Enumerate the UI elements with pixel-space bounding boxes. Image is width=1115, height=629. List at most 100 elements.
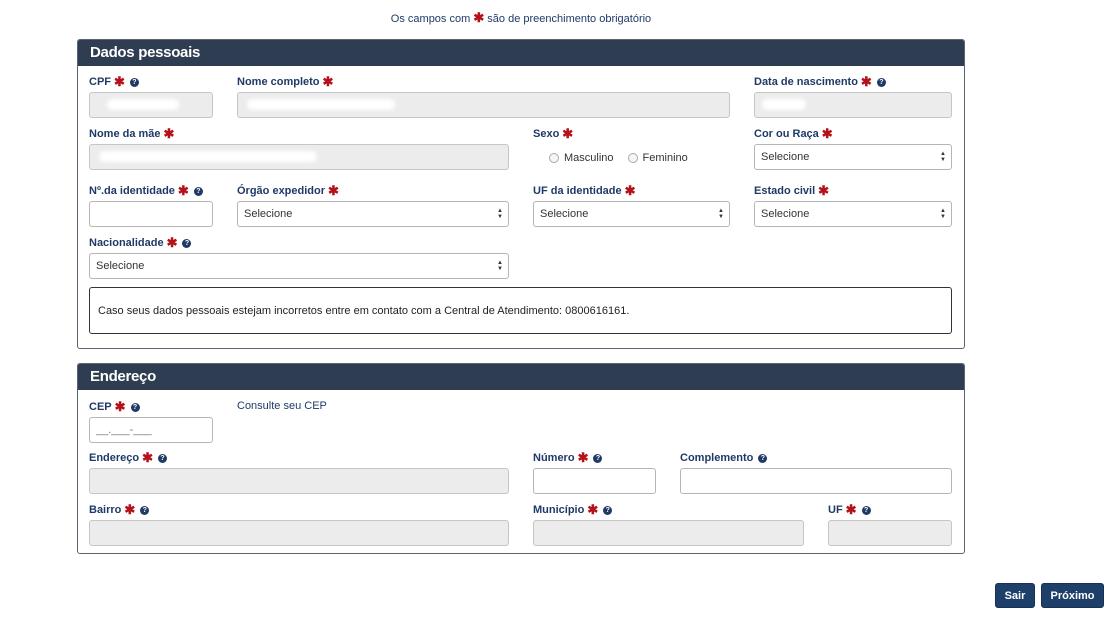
redacted-value xyxy=(107,99,179,110)
asterisk-icon: ✱ xyxy=(114,399,126,414)
endereco-input[interactable] xyxy=(89,468,509,494)
numero-field: Número ✱? xyxy=(533,450,656,494)
question-circle-icon[interactable]: ? xyxy=(182,238,192,248)
uf-identidade-label: UF da identidade xyxy=(533,185,622,197)
uf-identidade-value: Selecione xyxy=(540,208,589,220)
bairro-input[interactable] xyxy=(89,520,509,546)
info-message-text: Caso seus dados pessoais estejam incorre… xyxy=(98,304,630,317)
question-circle-icon[interactable]: ? xyxy=(603,505,613,515)
asterisk-icon: ✱ xyxy=(821,126,833,141)
cor-raca-select[interactable]: Selecione ▲ ▼ xyxy=(754,144,952,170)
complemento-field: Complemento? xyxy=(680,450,952,494)
cep-field: CEP ✱? xyxy=(89,399,213,443)
estado-civil-value: Selecione xyxy=(761,208,810,220)
uf-input[interactable] xyxy=(828,520,952,546)
nacionalidade-field: Nacionalidade ✱? Selecione ▲ ▼ xyxy=(89,235,509,279)
complemento-label: Complemento xyxy=(680,452,754,464)
endereco-title: Endereço xyxy=(78,364,964,390)
question-circle-icon[interactable]: ? xyxy=(593,453,603,463)
municipio-field: Município ✱? xyxy=(533,502,804,546)
uf-identidade-select[interactable]: Selecione ▲ ▼ xyxy=(533,201,730,227)
cpf-label: CPF xyxy=(89,76,111,88)
asterisk-icon: ✱ xyxy=(577,450,589,465)
question-circle-icon[interactable]: ? xyxy=(861,505,871,515)
sexo-label: Sexo xyxy=(533,128,560,140)
nacionalidade-label: Nacionalidade xyxy=(89,237,164,249)
endereco-label: Endereço xyxy=(89,452,140,464)
asterisk-icon: ✱ xyxy=(114,74,125,89)
masculino-label: Masculino xyxy=(564,152,614,164)
cor-raca-value: Selecione xyxy=(761,151,810,163)
question-circle-icon[interactable]: ? xyxy=(876,77,886,87)
select-arrows-icon: ▲ ▼ xyxy=(940,151,946,163)
estado-civil-select[interactable]: Selecione ▲ ▼ xyxy=(754,201,952,227)
asterisk-icon: ✱ xyxy=(845,502,857,517)
complemento-input[interactable] xyxy=(680,468,952,494)
cor-raca-label: Cor ou Raça xyxy=(754,128,819,140)
uf-field: UF ✱? xyxy=(828,502,952,546)
redacted-value xyxy=(762,99,806,110)
select-arrows-icon: ▲ ▼ xyxy=(497,260,503,272)
asterisk-icon: ✱ xyxy=(818,183,830,198)
nome-completo-label: Nome completo xyxy=(237,76,320,88)
note-prefix: Os campos com xyxy=(390,13,471,25)
select-arrows-icon: ▲ ▼ xyxy=(940,208,946,220)
nome-mae-label: Nome da mãe xyxy=(89,128,161,140)
radio-icon[interactable] xyxy=(627,153,638,163)
dados-pessoais-title: Dados pessoais xyxy=(78,40,964,66)
cep-label: CEP xyxy=(89,401,112,413)
question-circle-icon[interactable]: ? xyxy=(193,186,203,196)
nacionalidade-value: Selecione xyxy=(96,260,145,272)
cpf-field: CPF ✱? xyxy=(89,74,213,118)
uf-identidade-field: UF da identidade ✱ Selecione ▲ ▼ xyxy=(533,183,730,227)
sexo-feminino-radio[interactable]: Feminino xyxy=(627,152,688,164)
estado-civil-field: Estado civil ✱ Selecione ▲ ▼ xyxy=(754,183,952,227)
required-fields-note: Os campos com ✱ são de preenchimento obr… xyxy=(0,10,1042,25)
radio-icon[interactable] xyxy=(549,153,559,163)
asterisk-icon: ✱ xyxy=(587,502,599,517)
orgao-expedidor-select[interactable]: Selecione ▲ ▼ xyxy=(237,201,509,227)
asterisk-icon: ✱ xyxy=(166,235,178,250)
asterisk-icon: ✱ xyxy=(142,450,154,465)
nome-mae-field: Nome da mãe ✱ xyxy=(89,126,509,170)
identidade-field: Nº.da identidade ✱? xyxy=(89,183,213,227)
identidade-label: Nº.da identidade xyxy=(89,185,175,197)
question-circle-icon[interactable]: ? xyxy=(140,505,150,515)
consulte-cep-link[interactable]: Consulte seu CEP xyxy=(237,400,327,412)
uf-label: UF xyxy=(828,504,843,516)
cep-input[interactable] xyxy=(89,417,213,443)
municipio-label: Município xyxy=(533,504,585,516)
question-circle-icon[interactable]: ? xyxy=(758,453,768,463)
nacionalidade-select[interactable]: Selecione ▲ ▼ xyxy=(89,253,509,279)
identidade-input[interactable] xyxy=(89,201,213,227)
endereco-field: Endereço ✱? xyxy=(89,450,509,494)
proximo-button[interactable]: Próximo xyxy=(1041,583,1104,608)
orgao-expedidor-value: Selecione xyxy=(244,208,293,220)
sair-button[interactable]: Sair xyxy=(995,583,1035,608)
question-circle-icon[interactable]: ? xyxy=(158,453,168,463)
question-circle-icon[interactable]: ? xyxy=(129,77,139,87)
nome-completo-field: Nome completo ✱ xyxy=(237,74,730,118)
numero-label: Número xyxy=(533,452,575,464)
redacted-value xyxy=(247,99,395,110)
asterisk-icon: ✱ xyxy=(562,126,574,141)
numero-input[interactable] xyxy=(533,468,656,494)
feminino-label: Feminino xyxy=(642,152,688,164)
sexo-field: Sexo ✱ Masculino Feminino xyxy=(533,126,688,164)
select-arrows-icon: ▲ ▼ xyxy=(497,208,503,220)
data-nascimento-field: Data de nascimento ✱? xyxy=(754,74,952,118)
endereco-section: Endereço CEP✱? Consulte seu CEP Endereço… xyxy=(77,363,965,554)
select-arrows-icon: ▲ ▼ xyxy=(718,208,724,220)
question-circle-icon[interactable]: ? xyxy=(130,402,140,412)
asterisk-icon: ✱ xyxy=(624,183,636,198)
data-nascimento-label: Data de nascimento xyxy=(754,76,858,88)
asterisk-icon: ✱ xyxy=(177,183,189,198)
asterisk-icon: ✱ xyxy=(473,10,485,25)
info-message-box: Caso seus dados pessoais estejam incorre… xyxy=(89,287,952,334)
cor-raca-field: Cor ou Raça ✱ Selecione ▲ ▼ xyxy=(754,126,952,170)
redacted-value xyxy=(99,151,317,162)
orgao-expedidor-label: Órgão expedidor xyxy=(237,185,326,197)
municipio-input[interactable] xyxy=(533,520,804,546)
bairro-label: Bairro xyxy=(89,504,122,516)
sexo-masculino-radio[interactable]: Masculino xyxy=(549,152,614,164)
